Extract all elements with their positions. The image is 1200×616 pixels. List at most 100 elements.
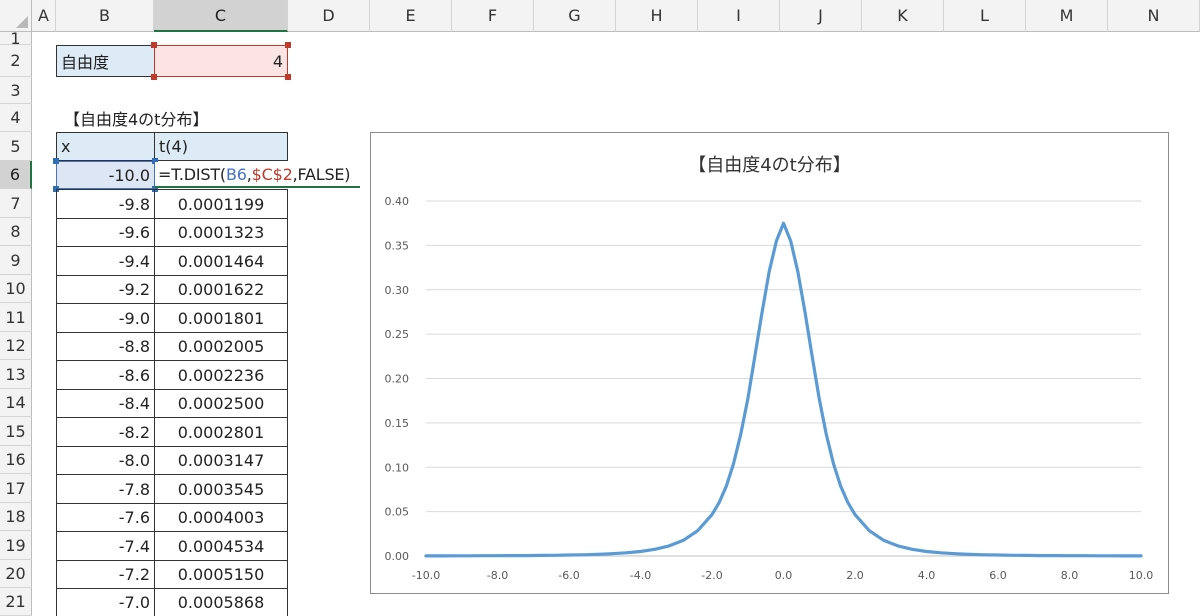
x-cell[interactable]: -8.2 — [56, 417, 155, 447]
header-t-label: t(4) — [159, 137, 188, 156]
x-cell[interactable]: -7.4 — [56, 531, 155, 561]
t-value-cell[interactable]: 0.0005150 — [154, 560, 288, 589]
row-header-4[interactable]: 4 — [0, 104, 32, 132]
row-header-15[interactable]: 15 — [0, 417, 32, 446]
select-all-corner[interactable] — [0, 0, 32, 32]
column-header-l[interactable]: L — [944, 0, 1026, 32]
range-handle-icon[interactable] — [285, 74, 291, 80]
row-header-2[interactable]: 2 — [0, 45, 32, 77]
t-value-cell[interactable]: 0.0001199 — [154, 189, 288, 219]
column-header-n[interactable]: N — [1108, 0, 1200, 32]
column-header-d[interactable]: D — [288, 0, 370, 32]
row-header-21[interactable]: 21 — [0, 588, 32, 616]
param-label-cell[interactable]: 自由度 — [56, 45, 155, 77]
x-cell[interactable]: -8.6 — [56, 360, 155, 390]
x-cell[interactable]: -9.2 — [56, 275, 155, 304]
formula-suffix: ,FALSE) — [292, 164, 351, 184]
t-value-cell[interactable]: 0.0002801 — [154, 417, 288, 447]
y-tick-label: 0.25 — [385, 328, 410, 341]
header-x-cell[interactable]: x — [56, 132, 155, 161]
column-header-a[interactable]: A — [32, 0, 56, 32]
column-header-k[interactable]: K — [862, 0, 944, 32]
row-header-3[interactable]: 3 — [0, 77, 32, 104]
x-cell[interactable]: -9.0 — [56, 303, 155, 333]
column-header-b[interactable]: B — [56, 0, 154, 32]
row-header-5[interactable]: 5 — [0, 132, 32, 161]
t-value-cell[interactable]: 0.0002500 — [154, 389, 288, 418]
column-header-h[interactable]: H — [616, 0, 698, 32]
row-header-6[interactable]: 6 — [0, 161, 32, 189]
x-cell[interactable]: -7.2 — [56, 560, 155, 589]
t-distribution-chart[interactable]: 【自由度4のt分布】 0.00 0.05 0.10 0.15 0.20 0.25 0.30 0… — [370, 132, 1169, 594]
row-header-13[interactable]: 13 — [0, 360, 32, 389]
x-cell[interactable]: -9.6 — [56, 218, 155, 247]
range-handle-icon[interactable] — [151, 42, 157, 48]
x-tick-label: 8.0 — [1061, 569, 1079, 582]
row-header-19[interactable]: 19 — [0, 531, 32, 560]
column-header-j[interactable]: J — [780, 0, 862, 32]
x-tick-label: -2.0 — [701, 569, 722, 582]
column-header-e[interactable]: E — [370, 0, 452, 32]
column-header-f[interactable]: F — [452, 0, 534, 32]
row-header-11[interactable]: 11 — [0, 303, 32, 332]
t-value-cell[interactable]: 0.0001801 — [154, 303, 288, 333]
formula-ref-c2: $C$2 — [251, 164, 293, 184]
header-t-cell[interactable]: t(4) — [154, 132, 288, 161]
row-header-9[interactable]: 9 — [0, 246, 32, 275]
x-cell[interactable]: -8.4 — [56, 389, 155, 418]
y-tick-label: 0.30 — [385, 284, 410, 297]
row-header-1[interactable]: 1 — [0, 29, 32, 48]
column-header-g[interactable]: G — [534, 0, 616, 32]
x-tick-label: -10.0 — [412, 569, 440, 582]
x-cell[interactable]: -9.4 — [56, 246, 155, 276]
y-tick-label: 0.00 — [385, 550, 410, 563]
row-header-18[interactable]: 18 — [0, 503, 32, 531]
y-tick-label: 0.20 — [385, 373, 410, 386]
range-handle-icon[interactable] — [285, 42, 291, 48]
param-value-cell[interactable]: 4 — [154, 45, 288, 77]
series-line[interactable] — [424, 221, 1143, 558]
t-value-cell[interactable]: 0.0004003 — [154, 503, 288, 532]
select-all-triangle-icon — [16, 16, 28, 28]
row-header-10[interactable]: 10 — [0, 275, 32, 303]
t-value-cell[interactable]: 0.0001464 — [154, 246, 288, 276]
x-cell[interactable]: -8.8 — [56, 332, 155, 361]
x-tick-label: 10.0 — [1129, 569, 1154, 582]
x-tick-label: -4.0 — [630, 569, 651, 582]
t-value-cell[interactable]: 0.0002005 — [154, 332, 288, 361]
formula-edit-cell[interactable]: =T.DIST(B6, $C$2 ,FALSE) — [155, 162, 360, 188]
row-header-17[interactable]: 17 — [0, 474, 32, 503]
t-value-cell[interactable]: 0.0001323 — [154, 218, 288, 247]
row-header-8[interactable]: 8 — [0, 218, 32, 246]
x-cell[interactable]: -7.8 — [56, 474, 155, 504]
x-cell[interactable]: -9.8 — [56, 189, 155, 219]
t-value-cell[interactable]: 0.0003545 — [154, 474, 288, 504]
ref-handle-icon[interactable] — [53, 158, 59, 164]
t-value-cell[interactable]: 0.0004534 — [154, 531, 288, 561]
t-value-cell[interactable]: 0.0002236 — [154, 360, 288, 390]
row-header-14[interactable]: 14 — [0, 389, 32, 417]
first-x-value: -10.0 — [108, 165, 150, 185]
table-title[interactable]: 【自由度4のt分布】 — [56, 104, 296, 132]
row-header-16[interactable]: 16 — [0, 446, 32, 474]
y-tick-label: 0.10 — [385, 461, 410, 474]
y-tick-label: 0.35 — [385, 239, 410, 252]
x-cell[interactable]: -8.0 — [56, 446, 155, 475]
column-header-i[interactable]: I — [698, 0, 780, 32]
x-cell[interactable]: -7.0 — [56, 588, 155, 616]
x-tick-label: -8.0 — [487, 569, 508, 582]
row-header-20[interactable]: 20 — [0, 560, 32, 588]
t-value-cell[interactable]: 0.0001622 — [154, 275, 288, 304]
t-value-cell[interactable]: 0.0003147 — [154, 446, 288, 475]
param-value: 4 — [272, 51, 283, 71]
row-header-12[interactable]: 12 — [0, 332, 32, 360]
column-header-c[interactable]: C — [154, 0, 288, 32]
t-value-cell[interactable]: 0.0005868 — [154, 588, 288, 616]
first-x-cell[interactable]: -10.0 — [56, 161, 155, 189]
y-tick-label: 0.40 — [385, 195, 410, 208]
row-header-7[interactable]: 7 — [0, 189, 32, 218]
column-header-m[interactable]: M — [1026, 0, 1108, 32]
x-tick-label: 6.0 — [989, 569, 1007, 582]
x-cell[interactable]: -7.6 — [56, 503, 155, 532]
range-handle-icon[interactable] — [151, 74, 157, 80]
